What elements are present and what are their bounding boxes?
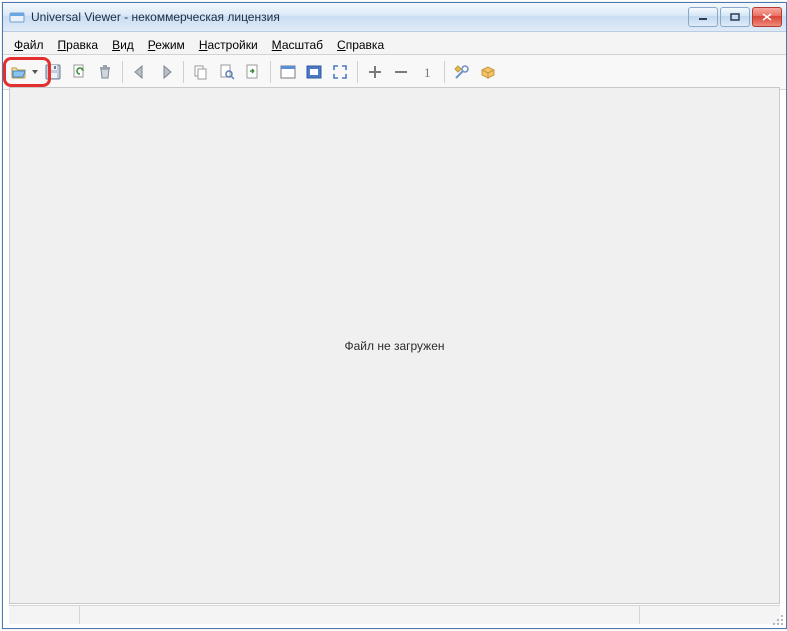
forward-button[interactable] xyxy=(154,60,178,84)
menu-help[interactable]: Справка xyxy=(330,36,391,54)
minimize-button[interactable] xyxy=(688,7,718,27)
menu-edit[interactable]: Правка xyxy=(51,36,106,54)
maximize-button[interactable] xyxy=(720,7,750,27)
chevron-down-icon xyxy=(31,70,39,74)
menu-mode[interactable]: Режим xyxy=(141,36,192,54)
tools-icon xyxy=(453,63,471,81)
menu-view[interactable]: Вид xyxy=(105,36,141,54)
options-button[interactable] xyxy=(450,60,474,84)
copy-icon xyxy=(192,63,210,81)
fullscreen-icon xyxy=(331,63,349,81)
close-button[interactable] xyxy=(752,7,782,27)
menu-zoom[interactable]: Масштаб xyxy=(265,36,330,54)
arrow-right-icon xyxy=(157,63,175,81)
reload-button[interactable] xyxy=(67,60,91,84)
zoom-100-button[interactable]: 1 xyxy=(415,60,439,84)
package-icon xyxy=(479,63,497,81)
search-icon xyxy=(218,63,236,81)
content-area: Файл не загружен xyxy=(9,87,780,604)
toolbar: 1 xyxy=(3,55,786,90)
window-controls xyxy=(688,7,782,27)
goto-button[interactable] xyxy=(241,60,265,84)
app-icon xyxy=(9,9,25,25)
trash-icon xyxy=(96,63,114,81)
toolbar-separator xyxy=(270,61,271,83)
empty-message: Файл не загружен xyxy=(344,339,444,353)
save-button[interactable] xyxy=(41,60,65,84)
menu-file[interactable]: Файл xyxy=(7,36,51,54)
toolbar-separator xyxy=(444,61,445,83)
floppy-icon xyxy=(44,63,62,81)
one-icon: 1 xyxy=(419,64,435,80)
arrow-left-icon xyxy=(131,63,149,81)
status-cell-1 xyxy=(9,606,80,624)
toolbar-separator xyxy=(122,61,123,83)
status-cell-2 xyxy=(80,606,640,624)
back-button[interactable] xyxy=(128,60,152,84)
zoom-in-button[interactable] xyxy=(363,60,387,84)
zoom-out-button[interactable] xyxy=(389,60,413,84)
delete-button[interactable] xyxy=(93,60,117,84)
app-window: Universal Viewer - некоммерческая лиценз… xyxy=(2,2,787,629)
find-button[interactable] xyxy=(215,60,239,84)
status-cell-3 xyxy=(640,606,780,624)
statusbar xyxy=(9,605,780,624)
fit-width-icon xyxy=(305,63,323,81)
fit-window-button[interactable] xyxy=(276,60,300,84)
titlebar: Universal Viewer - некоммерческая лиценз… xyxy=(3,3,786,32)
folder-open-icon xyxy=(7,60,31,84)
open-button[interactable] xyxy=(7,60,39,84)
copy-button[interactable] xyxy=(189,60,213,84)
plus-icon xyxy=(367,64,383,80)
minus-icon xyxy=(393,64,409,80)
svg-text:1: 1 xyxy=(424,65,431,80)
fit-window-icon xyxy=(279,63,297,81)
fit-width-button[interactable] xyxy=(302,60,326,84)
menu-settings[interactable]: Настройки xyxy=(192,36,265,54)
plugins-button[interactable] xyxy=(476,60,500,84)
fullscreen-button[interactable] xyxy=(328,60,352,84)
goto-icon xyxy=(244,63,262,81)
menubar: Файл Правка Вид Режим Настройки Масштаб … xyxy=(3,32,786,55)
toolbar-separator xyxy=(357,61,358,83)
resize-grip-icon[interactable] xyxy=(770,612,784,626)
reload-icon xyxy=(70,63,88,81)
toolbar-separator xyxy=(183,61,184,83)
window-title: Universal Viewer - некоммерческая лиценз… xyxy=(31,10,688,24)
